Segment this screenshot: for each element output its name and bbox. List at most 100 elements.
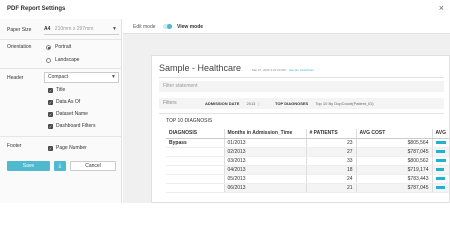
edit-mode-toggle[interactable] [163,24,172,29]
table-header-row: DIAGNOSIS Months in Admission_Time # PAT… [166,129,449,139]
edit-mode-label: Edit mode [133,24,156,30]
avg-bar-cell [432,147,449,157]
settings-panel: Paper Size A4 210mm x 297mm ▼ Orientatio… [0,19,122,203]
diagnosis-cell [166,147,225,157]
table-row: 06/2013 21 $787,045 [166,183,449,193]
column-header[interactable]: Months in Admission_Time [224,129,307,139]
avg-bar [435,167,444,171]
avg-bar-cell [432,183,449,193]
patients-cell: 33 [306,156,357,166]
view-mode-label: View mode [177,24,204,30]
diagnosis-cell [166,156,225,166]
diagnosis-cell [166,174,225,184]
save-button[interactable]: Save [7,161,50,171]
avg-bar-cell [432,156,449,166]
month-cell: 01/2013 [224,138,307,148]
patients-cell: 18 [306,165,357,175]
header-style-value: Compact [48,74,69,80]
close-icon[interactable]: × [439,3,444,13]
column-header[interactable]: AVG [432,129,449,139]
header-label: Header [7,75,24,81]
paper-size-value: A4 [44,26,51,32]
column-header[interactable]: DIAGNOSIS [166,129,225,139]
avg-bar-cell [432,138,449,148]
header-style-select[interactable]: Compact ▼ [44,72,119,83]
diagnosis-cell: Bypass [166,138,225,148]
radio-landscape-label: Landscape [55,57,80,63]
divider [0,39,122,40]
avg-bar [435,158,446,162]
avg-bar-cell [432,174,449,184]
month-cell: 02/2013 [224,147,307,157]
checkbox-dataset-name[interactable]: ✓ Dataset Name [48,111,88,117]
avg-bar [435,140,446,144]
divider [0,68,122,69]
checkbox-title-label: Title [56,87,66,93]
checkbox-dataset-name-label: Dataset Name [56,111,88,117]
avg-cost-cell: $787,045 [356,147,433,157]
report-timestamp: Mar 27, 2020 4:22:29 PM [252,68,286,72]
radio-portrait-label: Portrait [55,44,72,50]
avg-cost-cell: $787,045 [356,183,433,193]
mode-bar: Edit mode View mode [123,19,450,34]
patients-cell: 23 [306,138,357,148]
table-row: 04/2013 18 $719,174 [166,165,449,175]
table-row: Bypass 01/2013 23 $805,564 [166,138,449,148]
radio-portrait[interactable]: Portrait [46,44,71,50]
avg-bar [435,185,445,189]
paper-size-label: Paper Size [7,27,32,33]
column-header[interactable]: AVG COST [356,129,433,139]
table-heading: TOP 10 DIAGNOSIS [166,118,213,124]
table-row: 02/2013 27 $787,045 [166,147,449,157]
checkbox-data-as-of[interactable]: ✓ Data As Of [48,99,80,105]
patients-cell: 24 [306,174,357,184]
month-cell: 06/2013 [224,183,307,193]
paper-size-select[interactable]: A4 210mm x 297mm ▼ [44,23,119,35]
paper-size-dimensions: 210mm x 297mm [54,26,94,32]
checkbox-dashboard-filters[interactable]: ✓ Dashboard Filters [48,123,95,129]
table-row: 05/2013 24 $783,443 [166,174,449,184]
filters-row: Filters ADMISSION DATE 2013 | TOP DIAGNOS… [159,98,444,109]
patients-cell: 21 [306,183,357,193]
chevron-down-icon: ▼ [111,74,116,80]
checkbox-page-number-label: Page Number [56,145,87,151]
month-cell: 03/2013 [224,156,307,166]
radio-landscape[interactable]: Landscape [46,57,79,63]
report-title: Sample - Healthcare [159,63,242,73]
filter-statement: Filter statement [159,81,444,92]
checkbox-dashboard-filters-label: Dashboard Filters [56,123,96,129]
check-icon: ✓ [48,87,53,93]
check-icon: ✓ [48,145,53,151]
divider [159,77,444,78]
month-cell: 05/2013 [224,174,307,184]
filter-admission-date: ADMISSION DATE 2013 | [205,101,260,106]
report-dataset-link[interactable]: Sample Healthcare [289,68,315,72]
patients-cell: 27 [306,147,357,157]
download-icon[interactable]: ⤓ [54,161,66,171]
filters-label: Filters [163,100,177,106]
radio-selected-icon [46,44,51,50]
report-preview: Edit mode View mode Sample - Healthcare … [123,19,450,203]
radio-unselected-icon [46,57,51,63]
cancel-button[interactable]: Cancel [70,161,116,171]
avg-bar-cell [432,165,449,175]
avg-bar [435,149,445,153]
avg-cost-cell: $783,443 [356,174,433,184]
dialog-title: PDF Report Settings [7,6,66,12]
dialog-titlebar: PDF Report Settings × [0,0,450,19]
table-row: 03/2013 33 $800,562 [166,156,449,166]
check-icon: ✓ [48,111,53,117]
month-cell: 04/2013 [224,165,307,175]
avg-cost-cell: $805,564 [356,138,433,148]
filter-top-diagnoses: TOP DIAGNOSES Top 10 By DupCount(Patient… [275,101,374,106]
orientation-label: Orientation [7,44,32,50]
column-header[interactable]: # PATIENTS [306,129,357,139]
avg-cost-cell: $800,562 [356,156,433,166]
report-page: Sample - Healthcare Mar 27, 2020 4:22:29… [151,55,450,203]
checkbox-title[interactable]: ✓ Title [48,87,65,93]
check-icon: ✓ [48,123,53,129]
footer-label: Footer [7,143,22,149]
checkbox-page-number[interactable]: ✓ Page Number [48,145,87,151]
divider [159,113,444,114]
avg-cost-cell: $719,174 [356,165,433,175]
